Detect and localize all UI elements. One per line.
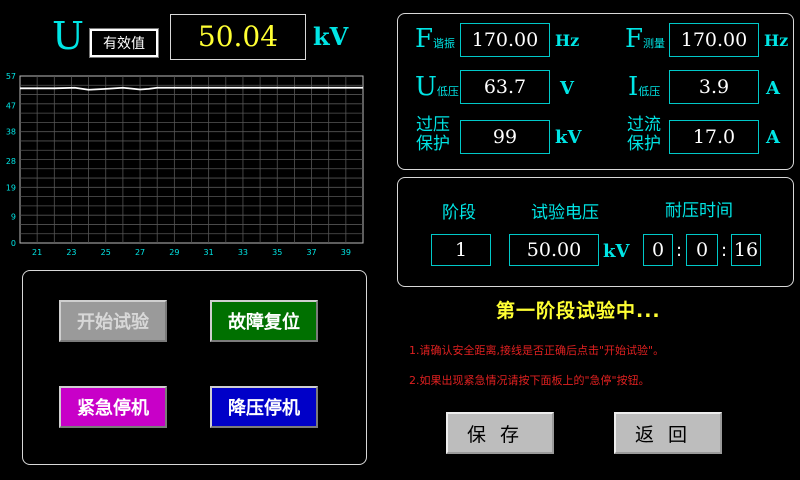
fault-reset-button[interactable]: 故障复位 <box>210 300 318 342</box>
ov-prot-unit: kV <box>555 127 582 148</box>
f-meas-label: F测量 <box>625 24 665 54</box>
mode-button-label: 有效值 <box>103 36 145 52</box>
oc-prot-unit: A <box>766 127 780 148</box>
oc-prot-label-1: 过流 <box>627 115 661 135</box>
ov-prot-label-2: 保护 <box>416 134 450 154</box>
voltage-unit: kV <box>313 22 349 51</box>
voltage-header: 试验电压 <box>531 203 599 223</box>
test-voltage-value[interactable]: 50.00 <box>509 234 599 266</box>
status-note-1: 1.请确认安全距离,接线是否正确后点击"开始试验"。 <box>409 344 665 357</box>
u-low-letter: U <box>415 72 437 102</box>
voltage-symbol: U <box>52 14 85 58</box>
ov-prot-label: 过压 保护 <box>416 116 450 154</box>
test-voltage-unit: kV <box>603 241 630 262</box>
start-test-button[interactable]: 开始试验 <box>59 300 167 342</box>
x-tick-label: 25 <box>101 248 111 257</box>
x-tick-label: 33 <box>238 248 248 257</box>
save-button[interactable]: 保存 <box>446 412 554 454</box>
x-tick-label: 35 <box>272 248 282 257</box>
time-seconds[interactable]: 16 <box>731 234 761 266</box>
f-res-label: F谐振 <box>415 24 455 54</box>
time-hours[interactable]: 0 <box>643 234 673 266</box>
y-tick-label: 19 <box>6 183 16 192</box>
back-label: 返回 <box>634 423 701 446</box>
x-tick-label: 27 <box>135 248 145 257</box>
x-tick-label: 37 <box>306 248 316 257</box>
step-down-stop-button[interactable]: 降压停机 <box>210 386 318 428</box>
x-tick-label: 23 <box>66 248 76 257</box>
ov-prot-label-1: 过压 <box>416 115 450 135</box>
y-tick-label: 47 <box>6 101 16 110</box>
mode-button[interactable]: 有效值 <box>89 28 159 58</box>
status-title: 第一阶段试验中... <box>496 300 661 322</box>
f-meas-sub: 测量 <box>643 37 666 50</box>
f-meas-value: 170.00 <box>669 23 759 57</box>
voltage-trend-chart: 0 9 19 28 38 47 57 21 23 25 27 29 31 33 35 37 39 <box>6 72 364 257</box>
x-tick-label: 31 <box>204 248 214 257</box>
stage-panel <box>397 177 794 287</box>
oc-prot-label: 过流 保护 <box>627 116 661 154</box>
emergency-stop-label: 紧急停机 <box>77 398 149 419</box>
emergency-stop-button[interactable]: 紧急停机 <box>59 386 167 428</box>
time-minutes[interactable]: 0 <box>686 234 718 266</box>
x-tick-label: 39 <box>341 248 351 257</box>
u-low-sub: 低压 <box>436 85 459 98</box>
f-res-value: 170.00 <box>460 23 550 57</box>
i-low-letter: I <box>628 72 639 102</box>
save-label: 保存 <box>466 423 533 446</box>
voltage-readout: 50.04 <box>170 14 306 60</box>
stage-value: 1 <box>431 234 491 266</box>
oc-prot-value[interactable]: 17.0 <box>669 120 759 154</box>
time-seconds-text: 16 <box>733 239 759 261</box>
x-tick-label: 29 <box>169 248 179 257</box>
y-tick-label: 38 <box>6 128 16 137</box>
y-tick-label: 9 <box>11 213 16 222</box>
f-res-sub: 谐振 <box>433 37 456 50</box>
stage-header: 阶段 <box>442 203 476 223</box>
f-meas-unit: Hz <box>764 31 789 50</box>
ov-prot-value-text: 99 <box>492 126 518 148</box>
f-meas-letter: F <box>625 24 644 54</box>
f-res-unit: Hz <box>555 31 580 50</box>
time-header: 耐压时间 <box>665 201 733 221</box>
i-low-label: I低压 <box>628 72 660 102</box>
start-test-label: 开始试验 <box>77 312 149 333</box>
oc-prot-value-text: 17.0 <box>692 126 736 148</box>
i-low-value: 3.9 <box>669 70 759 104</box>
y-tick-label: 57 <box>6 72 16 81</box>
i-low-sub: 低压 <box>638 85 661 98</box>
status-note-2: 2.如果出现紧急情况请按下面板上的"急停"按钮。 <box>409 374 650 387</box>
ov-prot-value[interactable]: 99 <box>460 120 550 154</box>
oc-prot-label-2: 保护 <box>627 134 661 154</box>
x-tick-label: 21 <box>32 248 42 257</box>
back-button[interactable]: 返回 <box>614 412 722 454</box>
time-minutes-text: 0 <box>695 239 709 261</box>
time-sep-1: : <box>676 240 683 261</box>
u-low-value: 63.7 <box>460 70 550 104</box>
time-hours-text: 0 <box>651 239 665 261</box>
y-tick-label: 28 <box>6 157 16 166</box>
u-low-unit: V <box>560 78 574 99</box>
voltage-value: 50.04 <box>197 20 279 53</box>
y-tick-label: 0 <box>11 239 16 248</box>
u-low-label: U低压 <box>415 72 459 102</box>
i-low-unit: A <box>766 78 780 99</box>
step-down-stop-label: 降压停机 <box>228 398 300 419</box>
f-res-letter: F <box>415 24 434 54</box>
test-voltage-text: 50.00 <box>526 239 582 261</box>
fault-reset-label: 故障复位 <box>228 312 300 333</box>
time-sep-2: : <box>721 240 728 261</box>
